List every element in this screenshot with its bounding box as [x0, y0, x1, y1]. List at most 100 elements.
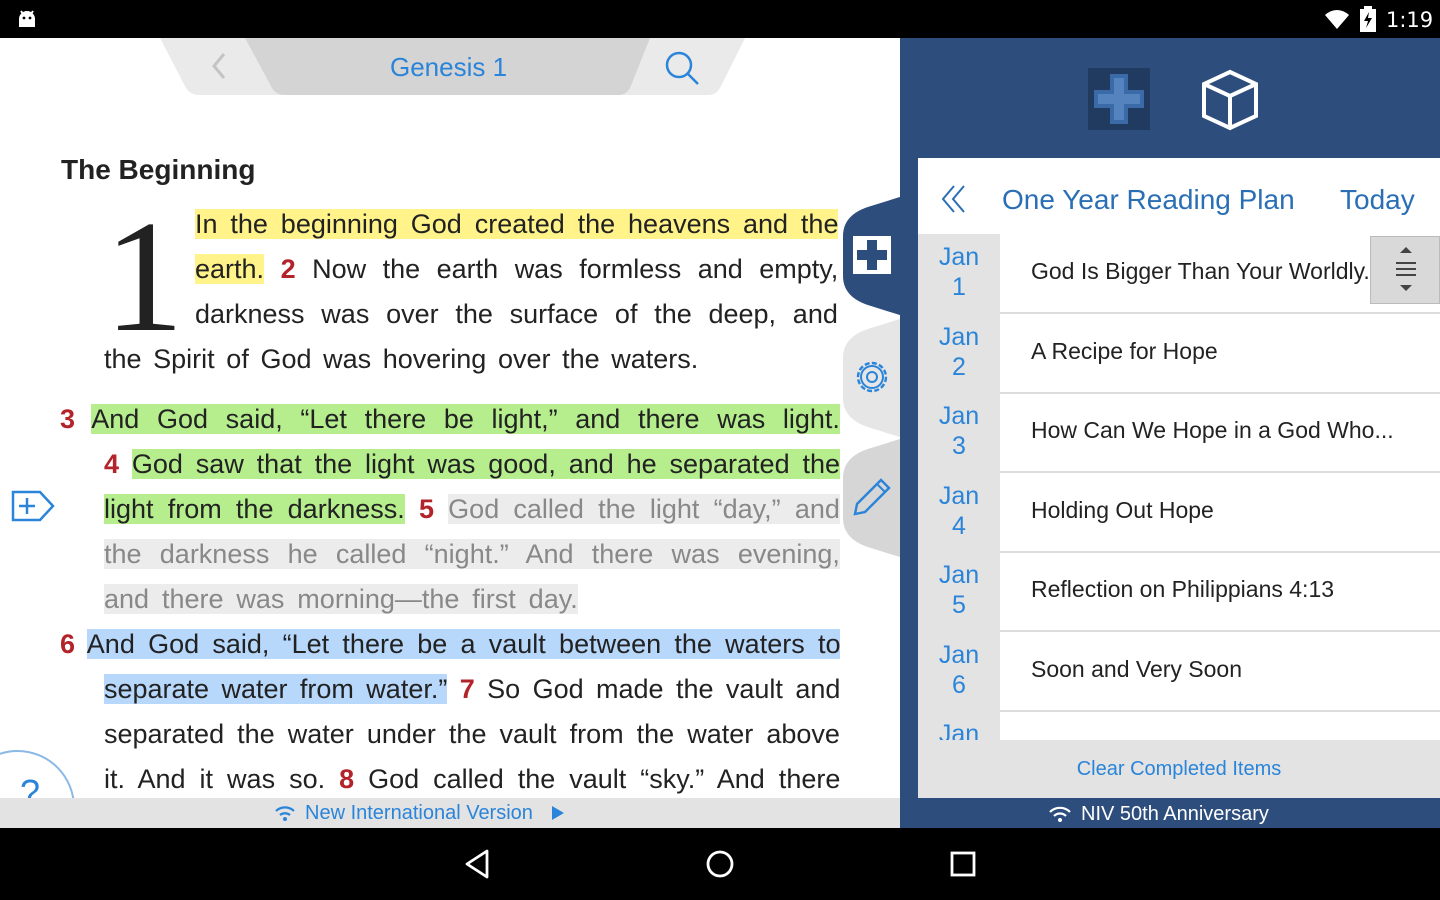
system-nav-bar: [0, 828, 1440, 900]
pencil-icon: [853, 478, 891, 516]
version-bar[interactable]: New International Version: [0, 798, 900, 828]
clock: 1:19: [1386, 8, 1434, 32]
row-date: Jan 1: [918, 234, 1000, 314]
section-heading: The Beginning: [61, 154, 256, 185]
row-day: 4: [952, 511, 966, 540]
back-triangle-icon[interactable]: [459, 846, 495, 882]
verse-text-segment: earth.: [195, 254, 265, 284]
verse-line[interactable]: separated the water under the vault from…: [104, 714, 840, 754]
verse-text-segment: [75, 404, 91, 434]
verse-line[interactable]: separate water from water.” 7 So God mad…: [104, 669, 840, 709]
verse-text-segment: [264, 254, 281, 284]
verse-text-segment: [447, 674, 459, 704]
home-circle-icon[interactable]: [702, 846, 738, 882]
row-month: Jan: [938, 402, 980, 430]
right-version-label: NIV 50th Anniversary: [1081, 803, 1269, 825]
today-button[interactable]: Today: [1340, 184, 1415, 216]
row-month: Jan: [938, 720, 980, 740]
side-tab-study[interactable]: [843, 196, 903, 316]
row-title: God Is Bigger Than Your Worldly...: [1031, 258, 1383, 284]
row-month: Jan: [938, 640, 980, 669]
verse-text-segment: it. And it was so.: [104, 764, 340, 794]
verse-line[interactable]: darkness was over the surface of the dee…: [195, 294, 838, 334]
reading-plan-list[interactable]: Jan 1 God Is Bigger Than Your Worldly... Ja…: [918, 234, 1440, 740]
row-title: How Can We Hope in a God Who...: [1031, 417, 1394, 443]
verse-line[interactable]: light from the darkness. 5 God called th…: [104, 489, 840, 529]
recents-square-icon[interactable]: [945, 846, 981, 882]
verse-text-segment: [75, 629, 87, 659]
cube-icon[interactable]: [1200, 68, 1260, 132]
chapter-number-dropcap: 1: [104, 187, 184, 365]
row-month: Jan: [938, 481, 980, 510]
row-day: 1: [952, 273, 966, 301]
row-date: Jan 2: [918, 313, 1000, 394]
row-date: Jan 5: [918, 552, 1000, 632]
verse-text-segment: [119, 449, 132, 479]
cross-logo-icon[interactable]: [1088, 68, 1150, 130]
side-tab-settings[interactable]: [843, 318, 903, 438]
verse-text-segment: the Spirit of God was hovering over the …: [104, 344, 699, 374]
verse-line[interactable]: the darkness he called “night.” And ther…: [104, 534, 840, 574]
back-chevron-icon[interactable]: [204, 48, 234, 84]
reading-plan-row[interactable]: Jan 2 A Recipe for Hope: [918, 313, 1440, 394]
verse-line[interactable]: the Spirit of God was hovering over the …: [104, 339, 698, 379]
status-bar: 1:19: [0, 0, 1440, 38]
verse-text-segment: In the beginning God created the heavens…: [195, 209, 839, 239]
gear-icon: [856, 361, 888, 393]
battery-icon: [1360, 6, 1376, 32]
fast-scroll-handle[interactable]: [1370, 236, 1440, 304]
side-tab-notes[interactable]: [843, 438, 903, 558]
verse-number: 8: [339, 764, 355, 794]
verse-text-segment: God saw that the light was good, and he …: [131, 449, 840, 479]
wifi-icon: [1325, 10, 1349, 29]
verse-number: 3: [60, 404, 76, 434]
verse-number: 5: [418, 494, 434, 524]
verse-number: 4: [104, 449, 120, 479]
clear-completed-button[interactable]: Clear Completed Items: [918, 740, 1440, 798]
verse-line[interactable]: 6 And God said, “Let there be a vault be…: [60, 624, 841, 664]
search-icon[interactable]: [663, 49, 701, 87]
right-footer[interactable]: NIV 50th Anniversary: [900, 800, 1440, 828]
add-note-icon[interactable]: [10, 488, 56, 524]
reading-plan-row[interactable]: Jan 3 How Can We Hope in a God Who...: [918, 393, 1440, 473]
row-date: Jan 4: [918, 472, 1000, 553]
row-date: Jan 3: [918, 393, 1000, 473]
play-triangle-icon: [552, 806, 564, 820]
row-title: Soon and Very Soon: [1031, 655, 1242, 682]
chapter-title-button[interactable]: Genesis 1: [390, 52, 507, 83]
double-chevron-left-icon[interactable]: [940, 182, 970, 216]
verse-text-segment: the darkness he called “night.” And ther…: [104, 539, 840, 569]
verse-text-segment: light from the darkness.: [104, 494, 405, 524]
bible-reader: Genesis 1 The Beginning 1 In the beginni…: [0, 38, 900, 828]
row-title: Holding Out Hope: [1031, 496, 1214, 523]
chapter-nav-tab: Genesis 1: [160, 38, 745, 95]
verse-number: 2: [280, 254, 296, 284]
verse-line[interactable]: it. And it was so. 8 God called the vaul…: [104, 759, 840, 799]
reading-plan-pane: One Year Reading Plan Today Jan 1 God Is B…: [900, 38, 1440, 828]
reading-plan-row[interactable]: Jan 5 Reflection on Philippians 4:13: [918, 552, 1440, 632]
wifi-icon: [275, 806, 295, 821]
reading-plan-row[interactable]: Jan 4 Holding Out Hope: [918, 472, 1440, 553]
verse-text-segment: So God made the vault and: [474, 674, 841, 704]
verse-number: 6: [60, 629, 76, 659]
wifi-icon: [1049, 806, 1071, 822]
verse-line[interactable]: and there was morning—the first day.: [104, 579, 578, 619]
reading-plan-row[interactable]: Jan 6 Soon and Very Soon: [918, 631, 1440, 712]
android-icon: [19, 10, 35, 27]
verse-line[interactable]: 3 And God said, “Let there be light,” an…: [60, 399, 840, 439]
verse-line[interactable]: earth. 2 Now the earth was formless and …: [195, 249, 838, 289]
row-day: 2: [952, 352, 966, 381]
verse-text-segment: Now the earth was formless and empty,: [295, 254, 839, 284]
verse-text-segment: separate water from water.”: [104, 674, 448, 704]
row-month: Jan: [938, 561, 980, 589]
row-month: Jan: [938, 322, 980, 351]
verse-number: 7: [459, 674, 475, 704]
row-day: 3: [952, 432, 966, 460]
verse-line[interactable]: In the beginning God created the heavens…: [195, 204, 839, 244]
row-month: Jan: [938, 243, 980, 271]
verse-line[interactable]: 4 God saw that the light was good, and h…: [104, 444, 840, 484]
verse-text-segment: God called the light “day,” and: [448, 494, 840, 524]
reading-plan-row[interactable]: Jan: [918, 711, 1440, 740]
verse-text-segment: And God said, “Let there be a vault betw…: [86, 629, 841, 659]
reading-plan-row[interactable]: Jan 1 God Is Bigger Than Your Worldly...: [918, 234, 1440, 314]
